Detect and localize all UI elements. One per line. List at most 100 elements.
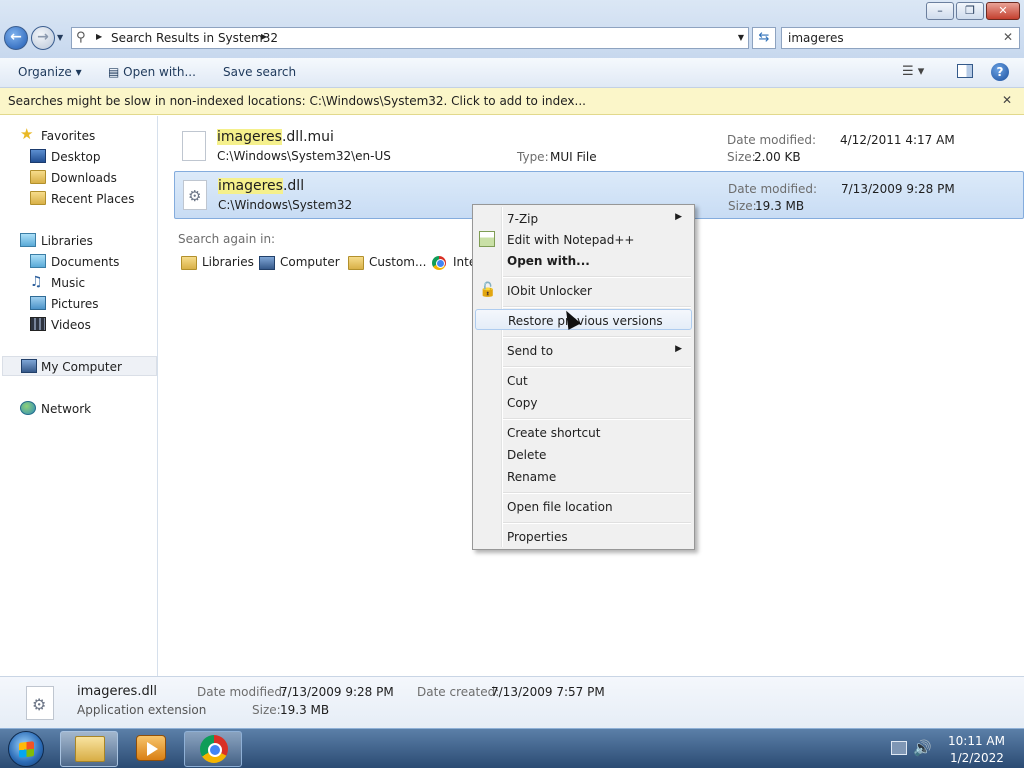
- breadcrumb-arrow-icon[interactable]: ▶: [96, 32, 102, 41]
- search-input-value: imageres: [788, 31, 844, 45]
- menu-item-label: Properties: [507, 530, 568, 544]
- maximize-button[interactable]: ❐: [956, 2, 984, 20]
- network-tray-icon[interactable]: [891, 741, 907, 755]
- taskbar-media-player-button[interactable]: [122, 731, 180, 767]
- menu-item-copy[interactable]: Copy: [475, 392, 692, 413]
- result-type-label: Type:: [517, 150, 549, 164]
- clear-search-icon[interactable]: ✕: [1003, 30, 1013, 44]
- menu-item-label: IObit Unlocker: [507, 284, 592, 298]
- address-dropdown-icon[interactable]: ▼: [738, 33, 744, 42]
- menu-item-open-with[interactable]: Open with...: [475, 250, 692, 271]
- close-infobar-icon[interactable]: ✕: [1002, 93, 1012, 107]
- result-size-value: 2.00 KB: [754, 150, 801, 164]
- sidebar-item-recent-places[interactable]: Recent Places: [0, 189, 158, 209]
- index-warning-bar[interactable]: Searches might be slow in non-indexed lo…: [0, 88, 1024, 115]
- menu-item-cut[interactable]: Cut: [475, 370, 692, 391]
- details-date-modified-label: Date modified:: [197, 685, 287, 699]
- chrome-icon: [432, 256, 446, 270]
- menu-item-label: Open file location: [507, 500, 613, 514]
- back-button[interactable]: ←: [4, 26, 28, 50]
- sidebar-item-network[interactable]: Network: [0, 399, 158, 419]
- chrome-icon: [200, 735, 228, 763]
- menu-separator: [503, 492, 691, 494]
- network-icon: [20, 401, 36, 415]
- organize-button[interactable]: Organize ▾: [18, 65, 82, 79]
- search-result-row[interactable]: imageres.dll.mui C:\Windows\System32\en-…: [174, 123, 1024, 171]
- menu-item-label: Create shortcut: [507, 426, 601, 440]
- navigation-pane: ★ Favorites Desktop Downloads Recent Pla…: [0, 116, 158, 676]
- menu-item-rename[interactable]: Rename: [475, 466, 692, 487]
- recent-pages-dropdown[interactable]: ▼: [57, 33, 63, 42]
- forward-button[interactable]: →: [31, 26, 55, 50]
- result-size-label: Size:: [728, 199, 757, 213]
- sidebar-item-music[interactable]: ♫ Music: [0, 273, 158, 293]
- breadcrumb-arrow-icon[interactable]: ▶: [261, 32, 267, 41]
- preview-pane-icon[interactable]: [957, 64, 973, 78]
- sidebar-item-downloads[interactable]: Downloads: [0, 168, 158, 188]
- menu-item-create-shortcut[interactable]: Create shortcut: [475, 422, 692, 443]
- menu-item-edit-notepad[interactable]: Edit with Notepad++: [475, 229, 692, 250]
- taskbar-chrome-button[interactable]: [184, 731, 242, 767]
- details-date-created-label: Date created:: [417, 685, 500, 699]
- custom-folder-icon: [348, 256, 364, 270]
- open-with-button[interactable]: ▤ Open with...: [108, 65, 196, 79]
- submenu-arrow-icon: ▶: [675, 212, 682, 222]
- close-button[interactable]: ✕: [986, 2, 1020, 20]
- window-titlebar: – ❐ ✕ ← → ▼ ⚲ ▶ Search Results in System…: [0, 0, 1024, 58]
- search-input[interactable]: imageres ✕: [781, 27, 1020, 49]
- menu-item-delete[interactable]: Delete: [475, 444, 692, 465]
- sidebar-item-pictures[interactable]: Pictures: [0, 294, 158, 314]
- sidebar-item-libraries[interactable]: Libraries: [0, 231, 158, 251]
- address-bar[interactable]: ⚲ ▶ Search Results in System32 ▶ ▼: [71, 27, 749, 49]
- menu-item-iobit-unlocker[interactable]: 🔓 IObit Unlocker: [475, 280, 692, 301]
- breadcrumb[interactable]: Search Results in System32: [111, 31, 278, 45]
- open-with-label: Open with...: [123, 65, 196, 79]
- dll-file-icon: [26, 686, 54, 720]
- volume-icon[interactable]: 🔊: [913, 739, 932, 757]
- refresh-button[interactable]: ⇆: [752, 27, 776, 49]
- clock-date[interactable]: 1/2/2022: [950, 751, 1004, 765]
- menu-item-open-file-location[interactable]: Open file location: [475, 496, 692, 517]
- file-icon: [182, 131, 206, 161]
- pictures-icon: [30, 296, 46, 310]
- menu-separator: [503, 336, 691, 338]
- menu-separator: [503, 366, 691, 368]
- details-date-modified: 7/13/2009 9:28 PM: [280, 685, 394, 699]
- save-search-button[interactable]: Save search: [223, 65, 296, 79]
- result-date-value: 7/13/2009 9:28 PM: [841, 182, 955, 196]
- sidebar-item-label: Downloads: [51, 171, 117, 185]
- result-name: imageres.dll: [218, 178, 305, 194]
- sidebar-item-videos[interactable]: Videos: [0, 315, 158, 335]
- computer-icon: [21, 359, 37, 373]
- result-path: C:\Windows\System32\en-US: [217, 149, 391, 163]
- menu-separator: [503, 276, 691, 278]
- menu-item-7zip[interactable]: 7-Zip ▶: [475, 208, 692, 229]
- menu-item-label: Send to: [507, 344, 554, 358]
- help-icon[interactable]: ?: [991, 63, 1009, 81]
- result-date-label: Date modified:: [728, 182, 818, 196]
- sidebar-item-favorites[interactable]: ★ Favorites: [0, 126, 158, 146]
- search-again-option-label: Custom...: [369, 255, 427, 269]
- menu-item-restore-previous-versions[interactable]: Restore previous versions: [475, 309, 692, 330]
- menu-item-properties[interactable]: Properties: [475, 526, 692, 547]
- sidebar-item-label: Pictures: [51, 297, 99, 311]
- details-file-type: Application extension: [77, 703, 207, 717]
- menu-item-send-to[interactable]: Send to ▶: [475, 340, 692, 361]
- index-warning-text[interactable]: Searches might be slow in non-indexed lo…: [8, 94, 586, 108]
- folder-icon: [75, 736, 105, 762]
- sidebar-item-my-computer[interactable]: My Computer: [2, 356, 157, 376]
- sidebar-item-desktop[interactable]: Desktop: [0, 147, 158, 167]
- taskbar-explorer-button[interactable]: [60, 731, 118, 767]
- clock-time[interactable]: 10:11 AM: [948, 734, 1005, 748]
- search-again-option-label: Libraries: [202, 255, 254, 269]
- result-date-value: 4/12/2011 4:17 AM: [840, 133, 955, 147]
- star-icon: ★: [20, 125, 34, 143]
- sidebar-item-documents[interactable]: Documents: [0, 252, 158, 272]
- menu-item-label: Copy: [507, 396, 538, 410]
- menu-separator: [503, 522, 691, 524]
- change-view-icon[interactable]: ☰ ▾: [902, 64, 924, 79]
- media-player-icon: [136, 735, 166, 761]
- start-button[interactable]: [8, 731, 44, 767]
- minimize-button[interactable]: –: [926, 2, 954, 20]
- sidebar-item-label: Favorites: [41, 129, 96, 143]
